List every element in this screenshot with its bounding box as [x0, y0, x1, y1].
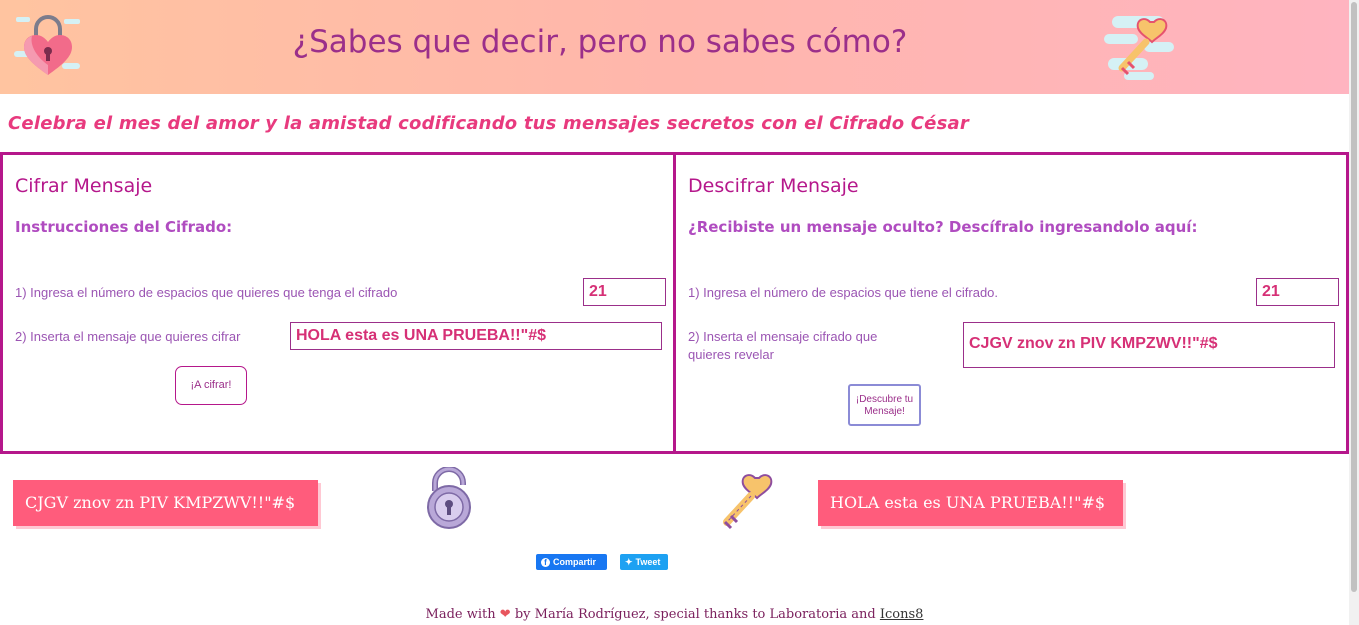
footer-credits: by María Rodríguez, special thanks to La…: [514, 607, 876, 622]
subtitle: Celebra el mes del amor y la amistad cod…: [8, 113, 969, 134]
facebook-share-label: Compartir: [553, 557, 597, 567]
cipher-step1-label: 1) Ingresa el número de espacios que qui…: [15, 285, 398, 300]
footer-made-with: Made with: [425, 607, 496, 622]
decipher-panel: Descifrar Mensaje ¿Recibiste un mensaje …: [673, 152, 1349, 454]
decipher-message-input[interactable]: CJGV znov zn PIV KMPZWV!!"#$: [963, 322, 1335, 368]
heart-icon: ❤: [499, 607, 511, 622]
cipher-instructions-title: Instrucciones del Cifrado:: [15, 218, 233, 236]
header-banner: ¿Sabes que decir, pero no sabes cómo?: [0, 0, 1349, 94]
icons8-link[interactable]: Icons8: [880, 607, 924, 622]
footer: Made with ❤ by María Rodríguez, special …: [0, 607, 1349, 622]
key-icon: [1104, 12, 1176, 82]
decipher-step2-label: 2) Inserta el mensaje cifrado que quiere…: [688, 329, 878, 362]
heart-key-icon: [715, 468, 775, 530]
twitter-icon: ✦: [625, 557, 633, 567]
open-padlock-icon: [425, 466, 473, 529]
cipher-step2-label: 2) Inserta el mensaje que quieres cifrar: [15, 329, 241, 344]
decipher-button[interactable]: ¡Descubre tu Mensaje!: [848, 384, 921, 426]
cipher-button[interactable]: ¡A cifrar!: [175, 366, 247, 405]
scrollbar-thumb[interactable]: [1351, 2, 1357, 592]
twitter-tweet-label: Tweet: [635, 557, 661, 567]
decipher-title: Descifrar Mensaje: [688, 175, 859, 197]
facebook-share-button[interactable]: f Compartir: [536, 554, 607, 570]
twitter-tweet-button[interactable]: ✦ Tweet: [620, 554, 668, 570]
cipher-offset-input[interactable]: [583, 278, 666, 306]
cipher-title: Cifrar Mensaje: [15, 175, 153, 197]
scrollbar[interactable]: [1349, 0, 1359, 625]
cipher-result: CJGV znov zn PIV KMPZWV!!"#$: [13, 480, 318, 526]
cipher-message-input[interactable]: [290, 322, 662, 350]
decipher-offset-input[interactable]: [1256, 278, 1339, 306]
decipher-result: HOLA esta es UNA PRUEBA!!"#$: [818, 480, 1123, 526]
decipher-step1-label: 1) Ingresa el número de espacios que tie…: [688, 285, 999, 300]
facebook-icon: f: [541, 557, 550, 567]
cipher-panel: Cifrar Mensaje Instrucciones del Cifrado…: [0, 152, 673, 454]
page-title: ¿Sabes que decir, pero no sabes cómo?: [292, 24, 908, 60]
decipher-instructions-title: ¿Recibiste un mensaje oculto? Descífralo…: [688, 218, 1198, 236]
